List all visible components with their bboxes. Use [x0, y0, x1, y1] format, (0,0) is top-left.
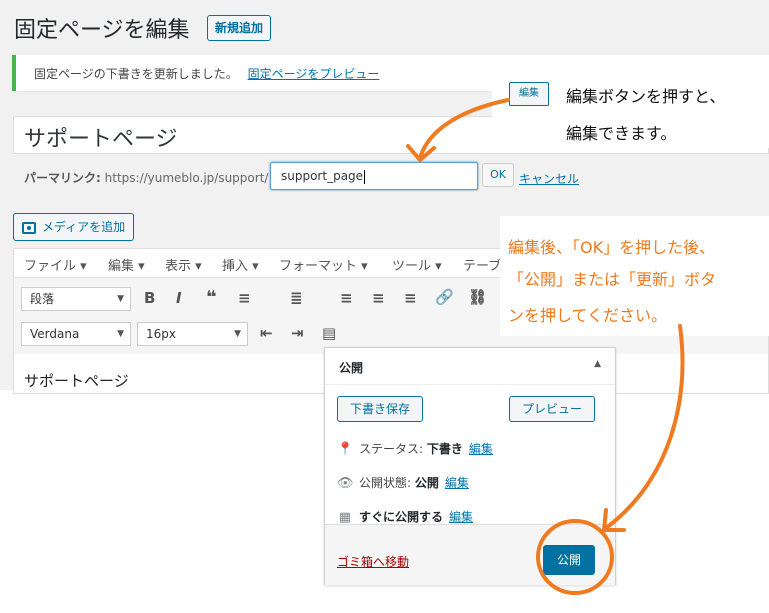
annotation-mid-line2: 「公開」または「更新」ボタ [508, 270, 717, 289]
annotation-mid-line3: ンを押してください。 [508, 306, 668, 325]
permalink-row: パーマリンク: https://yumeblo.jp/support/ [24, 169, 268, 186]
visibility-value: 公開 [414, 476, 439, 490]
notice-message: 固定ページの下書きを更新しました。 [34, 67, 238, 81]
format-select[interactable]: 段落 ▼ [21, 287, 131, 311]
pin-icon: 📍 [337, 442, 354, 457]
menu-edit[interactable]: 編集 ▾ [108, 255, 145, 274]
bullet-list-icon[interactable]: ≡ [238, 289, 251, 307]
schedule-row: ▦ すぐに公開する 編集 [337, 508, 473, 525]
font-size-select[interactable]: 16px ▼ [137, 322, 248, 346]
caret-up-icon[interactable]: ▲ [594, 359, 601, 369]
format-select-value: 段落 [30, 292, 55, 306]
preview-button[interactable]: プレビュー [509, 396, 595, 422]
edit-schedule-link[interactable]: 編集 [449, 510, 473, 524]
publish-footer: ゴミ箱へ移動 公開 [325, 524, 615, 585]
publish-metabox: 公開 ▲ 下書き保存 プレビュー 📍 ステータス: 下書き 編集 👁 公開状態: 公開… [324, 347, 616, 585]
add-media-button[interactable]: メディアを追加 [13, 213, 135, 241]
link-icon[interactable]: 🔗 [435, 288, 454, 306]
move-to-trash-link[interactable]: ゴミ箱へ移動 [337, 553, 409, 570]
publish-header[interactable]: 公開 ▲ [325, 348, 615, 385]
status-label: ステータス: [359, 442, 424, 456]
media-icon [22, 222, 36, 234]
permalink-base: https://yumeblo.jp/support/ [104, 171, 269, 185]
menu-insert[interactable]: 挿入 ▾ [222, 255, 259, 274]
annotation-edit-button: 編集 [509, 82, 549, 106]
menu-view[interactable]: 表示 ▾ [165, 255, 202, 274]
visibility-label: 公開状態: [359, 476, 412, 490]
publish-title: 公開 [339, 361, 364, 375]
menu-tools[interactable]: ツール ▾ [392, 255, 442, 274]
add-media-label: メディアを追加 [42, 220, 126, 234]
annotation-mid-line1: 編集後、「OK」を押した後、 [508, 238, 716, 257]
font-select-value: Verdana [30, 327, 80, 341]
annotation-top-line2: 編集できます。 [566, 124, 677, 143]
chevron-down-icon: ▼ [117, 294, 124, 304]
align-left-icon[interactable]: ≡ [340, 289, 353, 307]
blockquote-icon[interactable]: ❝ [206, 287, 217, 308]
menu-file[interactable]: ファイル ▾ [24, 255, 87, 274]
slug-input[interactable]: support_page [270, 162, 478, 190]
menu-format[interactable]: フォーマット ▾ [279, 255, 368, 274]
outdent-icon[interactable]: ⇤ [260, 324, 273, 342]
schedule-label: すぐに公開する [359, 510, 444, 524]
slug-text: support_page [281, 169, 366, 184]
italic-icon[interactable]: I [176, 289, 182, 307]
align-right-icon[interactable]: ≡ [404, 289, 417, 307]
annotation-top-line1: 編集ボタンを押すと、 [566, 87, 726, 106]
save-draft-button[interactable]: 下書き保存 [337, 396, 423, 422]
preview-page-link[interactable]: 固定ページをプレビュー [248, 67, 380, 81]
menu-table[interactable]: テーブ [463, 255, 501, 274]
post-title-text: サポートページ [24, 127, 178, 152]
slug-ok-button[interactable]: OK [482, 163, 514, 187]
text-caret [364, 169, 366, 184]
indent-icon[interactable]: ⇥ [291, 324, 304, 342]
bold-icon[interactable]: B [144, 289, 155, 307]
chevron-down-icon: ▼ [117, 329, 124, 339]
publish-button[interactable]: 公開 [543, 545, 595, 575]
status-row: 📍 ステータス: 下書き 編集 [337, 440, 493, 457]
visibility-row: 👁 公開状態: 公開 編集 [337, 474, 469, 491]
size-select-value: 16px [146, 327, 176, 341]
slug-value: support_page [281, 169, 364, 183]
chevron-down-icon: ▼ [234, 329, 241, 339]
eye-icon: 👁 [337, 476, 354, 491]
align-center-icon[interactable]: ≡ [372, 289, 385, 307]
edit-visibility-link[interactable]: 編集 [445, 476, 469, 490]
paste-text-icon[interactable]: ▤ [322, 324, 336, 342]
status-value: 下書き [426, 442, 463, 456]
slug-cancel-link[interactable]: キャンセル [519, 170, 579, 187]
edit-status-link[interactable]: 編集 [469, 442, 493, 456]
notice-text: 固定ページの下書きを更新しました。 固定ページをプレビュー [34, 65, 379, 82]
font-family-select[interactable]: Verdana ▼ [21, 322, 131, 346]
content-text: サポートページ [24, 372, 129, 390]
unlink-icon[interactable]: ⛓ [468, 288, 487, 306]
add-new-button[interactable]: 新規追加 [207, 15, 272, 41]
permalink-label: パーマリンク: [24, 171, 101, 185]
numbered-list-icon[interactable]: ≣ [290, 289, 303, 307]
page-title: 固定ページを編集 [14, 18, 190, 43]
calendar-icon: ▦ [338, 510, 352, 525]
